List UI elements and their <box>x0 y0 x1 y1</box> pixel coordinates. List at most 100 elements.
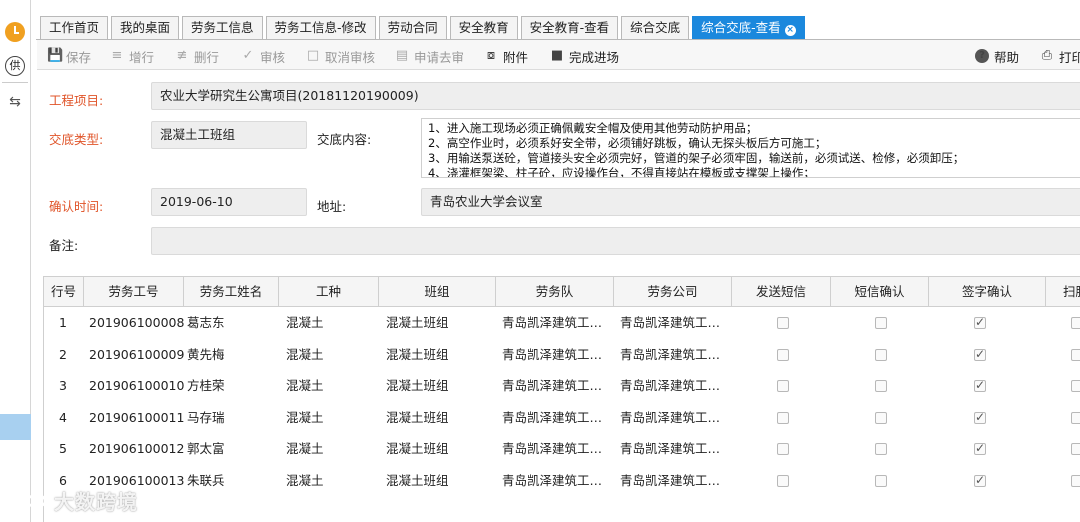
cell-trade: 混凝土 <box>286 473 324 488</box>
checkbox-face[interactable] <box>1071 380 1080 393</box>
checkbox-face[interactable] <box>1071 475 1080 487</box>
cell-trade: 混凝土 <box>286 346 324 362</box>
add-row-button[interactable]: ≡ 增行 <box>110 47 154 65</box>
cell-company: 青岛凯泽建筑工程… <box>620 378 730 394</box>
cell-name: 葛志东 <box>187 315 225 330</box>
checkbox-sms[interactable] <box>777 443 789 456</box>
save-button[interactable]: 💾 保存 <box>47 47 91 65</box>
approve-button[interactable]: ✓ 审核 <box>241 47 285 65</box>
checkbox-sms-confirm[interactable] <box>875 443 887 456</box>
tab-bar: 工作首页 我的桌面 劳务工信息 劳务工信息-修改 劳动合同 安全教育 安全教育-查看 综合交底… <box>40 16 808 40</box>
column-header[interactable]: 劳务工姓名 <box>184 277 279 307</box>
checkbox-sms[interactable] <box>777 348 789 361</box>
column-header[interactable]: 劳务公司 <box>614 277 732 307</box>
cell-trade: 混凝土 <box>286 441 324 457</box>
checkbox-sms-confirm[interactable] <box>875 475 887 487</box>
save-icon: 💾 <box>47 48 64 63</box>
tab-5[interactable]: 劳动合同 <box>378 16 447 39</box>
project-field[interactable]: 农业大学研究生公寓项目(20181120190009) <box>151 82 1080 110</box>
checkbox-face[interactable] <box>1071 411 1080 424</box>
table-row[interactable]: 6 201906100013 朱联兵 混凝土 混凝土班组 青岛凯泽建筑工程… 青岛凯泽建筑工… <box>44 465 1080 497</box>
tab-4[interactable]: 劳务工信息-修改 <box>265 16 376 39</box>
supply-icon[interactable]: 供 <box>3 54 27 78</box>
table-row[interactable]: 5 201906100012 郭太富 混凝土 混凝土班组 青岛凯泽建筑工程… 青岛凯泽建筑工… <box>44 433 1080 465</box>
cell-company: 青岛凯泽建筑工程… <box>620 315 730 330</box>
checkbox-sign[interactable] <box>974 347 986 361</box>
tab-label: 劳务工信息-修改 <box>274 20 367 35</box>
toolbar: 💾 保存 ≡ 增行 ≢ 删行 ✓ 审核 □ 取消审核 ▤ 申请去审 ⧇ 附件 ■ 完成进场 ? 帮… <box>37 40 1080 70</box>
worker-table: 行号劳务工号劳务工姓名工种班组劳务队劳务公司发送短信短信确认签字确认扫脸 1 20… <box>43 276 1080 522</box>
close-tab-icon[interactable]: × <box>784 25 796 36</box>
checkbox-sign[interactable] <box>974 378 986 393</box>
table-row[interactable]: 1 201906100008 葛志东 混凝土 混凝土班组 青岛凯泽建筑工程… 青岛凯泽建筑工… <box>44 307 1080 339</box>
tab-9[interactable]: 综合交底-查看 × <box>692 16 805 39</box>
column-header[interactable]: 扫脸 <box>1046 277 1080 307</box>
checkbox-sign[interactable] <box>974 410 986 424</box>
confirm-time-field[interactable]: 2019-06-10 <box>151 188 307 216</box>
cancel-approve-button[interactable]: □ 取消审核 <box>306 47 375 65</box>
tab-label: 劳动合同 <box>387 20 438 35</box>
table-row[interactable]: 4 201906100011 马存瑞 混凝土 混凝土班组 青岛凯泽建筑工程… 青岛凯泽建筑工… <box>44 402 1080 434</box>
column-header[interactable]: 签字确认 <box>929 277 1046 307</box>
sync-icon[interactable]: ⇆ <box>3 90 27 114</box>
add-row-label: 增行 <box>129 49 155 65</box>
checkbox-sms-confirm[interactable] <box>875 380 887 393</box>
column-header[interactable]: 短信确认 <box>831 277 929 307</box>
checkbox-sms[interactable] <box>777 411 789 424</box>
checkbox-sms[interactable] <box>777 380 789 393</box>
tab-7[interactable]: 安全教育-查看 <box>520 16 619 39</box>
content-line: 1、进入施工现场必须正确佩戴安全帽及使用其他劳动防护用品； <box>428 121 758 135</box>
cell-name: 马存瑞 <box>187 409 225 425</box>
column-header[interactable]: 班组 <box>379 277 496 307</box>
checkbox-face[interactable] <box>1071 317 1080 329</box>
cell-id: 201906100012 <box>89 441 185 457</box>
checkbox-sign[interactable] <box>974 315 986 329</box>
attachment-button[interactable]: ⧇ 附件 <box>484 47 528 65</box>
cell-no: 5 <box>59 441 67 457</box>
clock-icon[interactable] <box>3 20 27 44</box>
tab-6[interactable]: 安全教育 <box>449 16 518 39</box>
tab-8[interactable]: 综合交底 <box>621 16 690 39</box>
tab-2[interactable]: 我的桌面 <box>111 16 180 39</box>
checkbox-sms[interactable] <box>777 475 789 487</box>
remark-label: 备注: <box>49 238 79 253</box>
checkbox-face[interactable] <box>1071 443 1080 456</box>
supply-label: 供 <box>5 56 25 76</box>
delete-row-button[interactable]: ≢ 删行 <box>175 47 219 65</box>
table-row[interactable]: 3 201906100010 方桂荣 混凝土 混凝土班组 青岛凯泽建筑工程… 青岛凯泽建筑工… <box>44 370 1080 402</box>
address-field[interactable]: 青岛农业大学会议室 <box>421 188 1080 216</box>
print-button[interactable]: ⎙ 打印 <box>1040 47 1080 65</box>
print-label: 打印 <box>1059 49 1080 65</box>
checkbox-sms-confirm[interactable] <box>875 348 887 361</box>
delete-row-icon: ≢ <box>176 48 188 63</box>
remark-field[interactable] <box>151 227 1080 255</box>
request-leave-button[interactable]: ▤ 申请去审 <box>395 47 464 65</box>
cell-company: 青岛凯泽建筑工程… <box>620 473 730 488</box>
cell-id: 201906100011 <box>89 409 185 425</box>
check-circle-icon: ✓ <box>242 48 254 63</box>
help-button[interactable]: ? 帮助 <box>975 47 1019 65</box>
cell-team: 混凝土班组 <box>386 409 449 425</box>
checkbox-face[interactable] <box>1071 348 1080 361</box>
tab-3[interactable]: 劳务工信息 <box>182 16 263 39</box>
content-line: 2、高空作业时，必须系好安全带，必须铺好跳板，确认无探头板后方可施工； <box>428 136 827 150</box>
table-row[interactable]: 2 201906100009 黄先梅 混凝土 混凝土班组 青岛凯泽建筑工程… 青岛凯泽建筑工… <box>44 339 1080 371</box>
cell-trade: 混凝土 <box>286 409 324 425</box>
column-header[interactable]: 行号 <box>44 277 84 307</box>
column-header[interactable]: 发送短信 <box>732 277 831 307</box>
column-header[interactable]: 劳务工号 <box>84 277 184 307</box>
type-field[interactable]: 混凝土工班组 <box>151 121 307 149</box>
column-header[interactable]: 工种 <box>279 277 379 307</box>
column-header[interactable]: 劳务队 <box>496 277 614 307</box>
checkbox-sign[interactable] <box>974 473 986 487</box>
cell-no: 3 <box>59 378 67 394</box>
checkbox-sms-confirm[interactable] <box>875 317 887 329</box>
rail-active-item[interactable] <box>0 414 31 440</box>
checkbox-sms[interactable] <box>777 317 789 329</box>
tab-1[interactable]: 工作首页 <box>40 16 109 39</box>
complete-entry-button[interactable]: ■ 完成进场 <box>550 47 619 65</box>
checkbox-sms-confirm[interactable] <box>875 411 887 424</box>
tab-label: 安全教育-查看 <box>529 20 610 35</box>
content-textarea[interactable]: 1、进入施工现场必须正确佩戴安全帽及使用其他劳动防护用品； 2、高空作业时，必须系… <box>421 118 1080 178</box>
checkbox-sign[interactable] <box>974 441 986 456</box>
